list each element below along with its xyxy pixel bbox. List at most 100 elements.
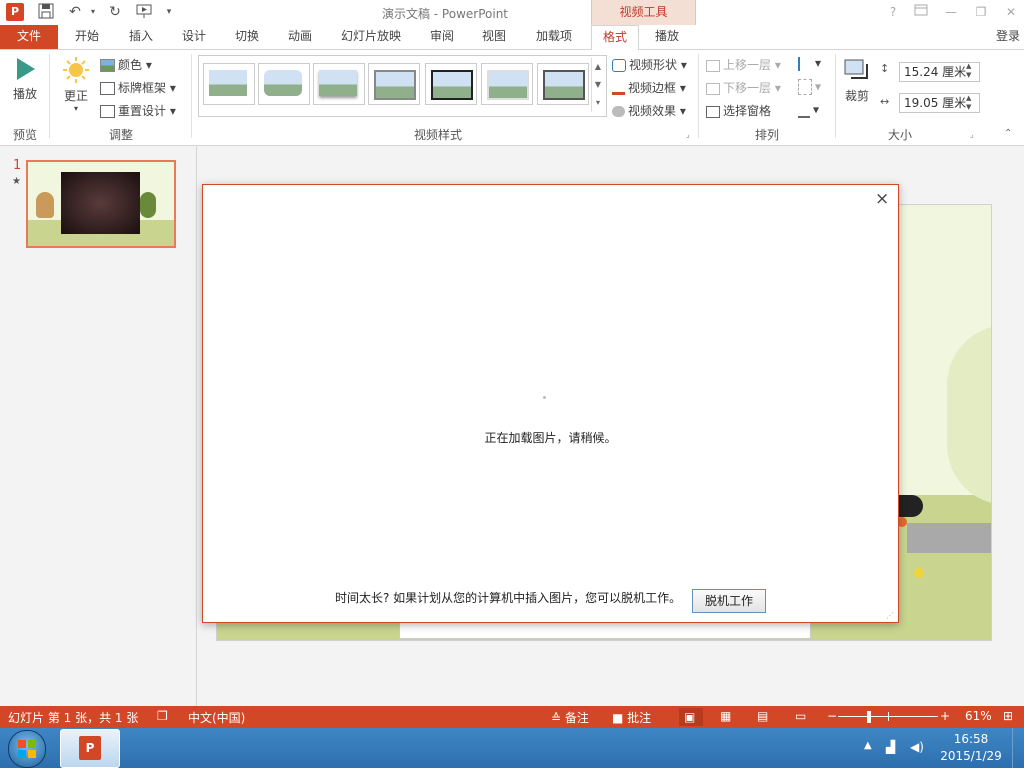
tab-review[interactable]: 审阅	[417, 25, 467, 49]
powerpoint-app-icon[interactable]: P	[6, 3, 24, 21]
corrections-button[interactable]: 更正 ▾	[58, 56, 94, 113]
reading-view-icon[interactable]: ▤	[757, 709, 768, 723]
tab-home[interactable]: 开始	[62, 25, 112, 49]
tab-animations[interactable]: 动画	[275, 25, 325, 49]
from-beginning-icon[interactable]	[136, 3, 154, 21]
close-window-icon[interactable]: ✕	[1000, 3, 1022, 21]
video-effects-icon	[612, 106, 625, 117]
customize-qat-icon[interactable]: ▾	[160, 3, 178, 21]
slide-thumbnail[interactable]	[26, 160, 176, 248]
zoom-level[interactable]: 61%	[965, 709, 992, 723]
poster-frame-icon	[100, 82, 115, 95]
tab-view[interactable]: 视图	[469, 25, 519, 49]
video-effects-button[interactable]: 视频效果 ▾	[612, 102, 686, 119]
normal-view-icon: ▣	[684, 710, 696, 724]
help-icon[interactable]: ?	[882, 3, 904, 21]
undo-icon[interactable]: ↶	[66, 3, 84, 21]
clock-time[interactable]: 16:58	[940, 732, 1002, 746]
taskbar-powerpoint[interactable]: P	[60, 729, 120, 768]
tab-playback[interactable]: 播放	[642, 25, 692, 49]
thumbnail-character-left	[36, 192, 54, 218]
powerpoint-taskbar-icon: P	[79, 736, 101, 760]
spell-check-icon[interactable]: ❐	[157, 709, 168, 723]
video-border-button[interactable]: 视频边框 ▾	[612, 79, 686, 96]
reset-design-button[interactable]: 重置设计 ▾	[100, 102, 176, 119]
video-shape-button[interactable]: 视频形状 ▾	[612, 56, 687, 73]
redo-icon[interactable]: ↻	[106, 3, 124, 21]
crop-button[interactable]: 裁剪	[842, 56, 872, 104]
start-button[interactable]	[8, 730, 46, 768]
poster-frame-label: 标牌框架	[118, 81, 167, 95]
bring-forward-button[interactable]: 上移一层 ▾	[706, 56, 781, 73]
group-objects-button[interactable]: ▾	[798, 79, 821, 95]
video-style-6[interactable]	[481, 63, 533, 105]
show-desktop-button[interactable]	[1012, 728, 1024, 768]
work-offline-button[interactable]: 脱机工作	[692, 589, 766, 613]
normal-view-button[interactable]: ▣	[679, 708, 703, 726]
restore-icon[interactable]: ❐	[970, 3, 992, 21]
clock-date[interactable]: 2015/1/29	[940, 749, 1002, 763]
video-style-4[interactable]	[368, 63, 420, 105]
notes-button[interactable]: ≙ 备注	[551, 709, 589, 726]
tab-addins[interactable]: 加载项	[524, 25, 584, 49]
tab-transitions[interactable]: 切换	[222, 25, 272, 49]
tab-slideshow[interactable]: 幻灯片放映	[333, 25, 409, 49]
selection-pane-icon	[706, 105, 720, 118]
thumbnail-character-right	[140, 192, 156, 218]
play-button-label: 播放	[12, 87, 37, 101]
tab-insert[interactable]: 插入	[116, 25, 166, 49]
rotate-button[interactable]: ▾	[798, 102, 819, 118]
tab-format[interactable]: 格式	[591, 25, 639, 51]
show-hidden-icons[interactable]: ▲	[864, 740, 872, 751]
group-label-adjust: 调整	[108, 128, 133, 142]
video-effects-label: 视频效果	[628, 104, 677, 118]
dialog-launcher-icon[interactable]: ⌟	[970, 130, 974, 139]
slide-tree	[947, 325, 991, 505]
reset-design-icon	[100, 105, 115, 118]
undo-dropdown-icon[interactable]: ▾	[84, 3, 102, 21]
tab-design[interactable]: 设计	[169, 25, 219, 49]
color-label: 颜色	[118, 58, 143, 72]
comments-button[interactable]: ■ 批注	[612, 709, 651, 726]
volume-icon[interactable]: ◀)	[910, 740, 924, 754]
tab-file[interactable]: 文件	[0, 25, 58, 49]
ribbon-display-options-icon[interactable]	[910, 3, 932, 21]
save-icon[interactable]	[37, 3, 55, 21]
align-button[interactable]: ▾	[798, 56, 821, 71]
video-style-2[interactable]	[258, 63, 310, 105]
height-spinner[interactable]: ▲ ▼	[966, 62, 971, 80]
slide-sorter-icon[interactable]: ▦	[720, 709, 731, 723]
bring-forward-icon	[706, 59, 720, 72]
selection-pane-button[interactable]: 选择窗格	[706, 102, 771, 119]
slideshow-view-icon[interactable]: ▭	[795, 709, 806, 723]
zoom-in-icon[interactable]: +	[940, 709, 950, 723]
color-button[interactable]: 颜色 ▾	[100, 56, 152, 73]
language-indicator[interactable]: 中文(中国)	[188, 709, 245, 726]
dialog-launcher-icon[interactable]: ⌟	[686, 130, 690, 139]
zoom-out-icon[interactable]: −	[827, 709, 837, 723]
play-button[interactable]: 播放	[8, 56, 42, 102]
group-label-size: 大小	[887, 128, 912, 142]
zoom-slider-thumb[interactable]	[866, 711, 871, 723]
poster-frame-button[interactable]: 标牌框架 ▾	[100, 79, 176, 96]
video-tools-context-label: 视频工具	[591, 0, 696, 25]
video-style-5[interactable]	[425, 63, 477, 105]
resize-grip-icon[interactable]: ⋰	[886, 611, 894, 620]
video-style-1[interactable]	[203, 63, 255, 105]
minimize-icon[interactable]: —	[940, 3, 962, 21]
fit-to-window-icon[interactable]: ⊞	[1003, 709, 1013, 723]
send-backward-button[interactable]: 下移一层 ▾	[706, 79, 781, 96]
dialog-close-icon[interactable]: ×	[875, 189, 889, 209]
comments-label: 批注	[627, 711, 652, 725]
zoom-slider-center-tick	[888, 712, 889, 721]
group-separator	[191, 54, 192, 138]
video-style-3[interactable]	[313, 63, 365, 105]
status-bar: 幻灯片 第 1 张，共 1 张 ❐ 中文(中国) ≙ 备注 ■ 批注 ▣ ▦ ▤…	[0, 706, 1024, 728]
login-link[interactable]: 登录	[992, 25, 1024, 49]
network-icon[interactable]: ▟	[886, 740, 895, 754]
group-icon	[798, 79, 812, 95]
width-spinner[interactable]: ▲ ▼	[966, 94, 971, 112]
collapse-ribbon-icon[interactable]: ⌃	[1004, 128, 1012, 139]
gallery-scroll[interactable]: ▲ ▼ ▾	[591, 58, 604, 112]
video-style-7[interactable]	[537, 63, 589, 105]
